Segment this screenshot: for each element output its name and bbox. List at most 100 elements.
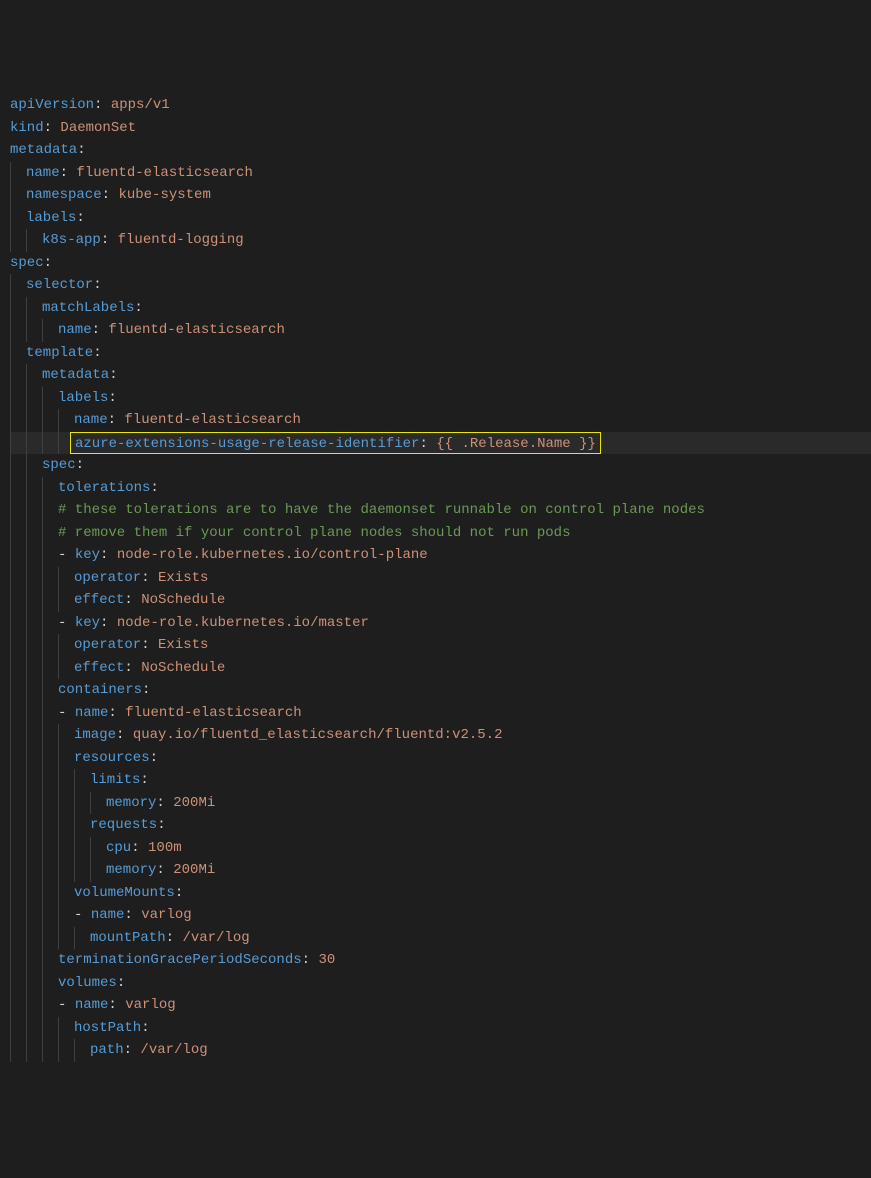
indent-guide bbox=[74, 1039, 90, 1062]
code-line[interactable]: name: fluentd-elasticsearch bbox=[10, 162, 871, 185]
indent-guide bbox=[10, 859, 26, 882]
code-line[interactable]: memory: 200Mi bbox=[10, 859, 871, 882]
code-line[interactable]: operator: Exists bbox=[10, 634, 871, 657]
code-line[interactable]: volumes: bbox=[10, 972, 871, 995]
code-line[interactable]: effect: NoSchedule bbox=[10, 657, 871, 680]
code-line[interactable]: operator: Exists bbox=[10, 567, 871, 590]
indent-guide bbox=[10, 837, 26, 860]
token-key: hostPath bbox=[74, 1017, 141, 1040]
token-key: key bbox=[75, 544, 100, 567]
code-line[interactable]: mountPath: /var/log bbox=[10, 927, 871, 950]
indent-guide bbox=[58, 837, 74, 860]
token-key: labels bbox=[26, 207, 76, 230]
indent-guide bbox=[10, 162, 26, 185]
code-line[interactable]: labels: bbox=[10, 387, 871, 410]
code-line[interactable]: limits: bbox=[10, 769, 871, 792]
code-line[interactable]: terminationGracePeriodSeconds: 30 bbox=[10, 949, 871, 972]
highlighted-line: azure-extensions-usage-release-identifie… bbox=[70, 432, 601, 455]
code-line[interactable]: spec: bbox=[10, 454, 871, 477]
code-line[interactable]: name: fluentd-elasticsearch bbox=[10, 409, 871, 432]
token-key: name bbox=[75, 994, 109, 1017]
code-line[interactable]: metadata: bbox=[10, 364, 871, 387]
token-colon: : bbox=[92, 319, 109, 342]
indent-guide bbox=[10, 387, 26, 410]
indent-guide bbox=[58, 769, 74, 792]
token-key: path bbox=[90, 1039, 124, 1062]
code-line[interactable]: hostPath: bbox=[10, 1017, 871, 1040]
token-value: 200Mi bbox=[173, 792, 215, 815]
token-colon: : bbox=[44, 117, 61, 140]
code-line[interactable]: # remove them if your control plane node… bbox=[10, 522, 871, 545]
code-line[interactable]: cpu: 100m bbox=[10, 837, 871, 860]
code-line[interactable]: metadata: bbox=[10, 139, 871, 162]
token-key: kind bbox=[10, 117, 44, 140]
token-colon: : bbox=[76, 207, 84, 230]
code-line[interactable]: template: bbox=[10, 342, 871, 365]
code-line[interactable]: spec: bbox=[10, 252, 871, 275]
indent-guide bbox=[10, 297, 26, 320]
indent-guide bbox=[42, 432, 58, 455]
indent-guide bbox=[26, 319, 42, 342]
indent-guide bbox=[10, 949, 26, 972]
indent-guide bbox=[26, 882, 42, 905]
code-line[interactable]: apiVersion: apps/v1 bbox=[10, 94, 871, 117]
token-comment: # remove them if your control plane node… bbox=[58, 522, 570, 545]
code-line[interactable]: - name: fluentd-elasticsearch bbox=[10, 702, 871, 725]
indent-guide bbox=[58, 792, 74, 815]
indent-guide bbox=[26, 679, 42, 702]
indent-guide bbox=[10, 904, 26, 927]
token-value: 100m bbox=[148, 837, 182, 860]
code-line[interactable]: requests: bbox=[10, 814, 871, 837]
indent-guide bbox=[42, 724, 58, 747]
code-line[interactable]: - key: node-role.kubernetes.io/control-p… bbox=[10, 544, 871, 567]
code-line[interactable]: matchLabels: bbox=[10, 297, 871, 320]
code-line[interactable]: memory: 200Mi bbox=[10, 792, 871, 815]
code-line[interactable]: containers: bbox=[10, 679, 871, 702]
code-line[interactable]: k8s-app: fluentd-logging bbox=[10, 229, 871, 252]
code-editor[interactable]: apiVersion: apps/v1kind: DaemonSetmetada… bbox=[10, 94, 871, 1062]
code-line[interactable]: image: quay.io/fluentd_elasticsearch/flu… bbox=[10, 724, 871, 747]
code-line[interactable]: path: /var/log bbox=[10, 1039, 871, 1062]
indent-guide bbox=[42, 409, 58, 432]
code-line[interactable]: # these tolerations are to have the daem… bbox=[10, 499, 871, 522]
token-key: selector bbox=[26, 274, 93, 297]
code-line[interactable]: - key: node-role.kubernetes.io/master bbox=[10, 612, 871, 635]
indent-guide bbox=[10, 184, 26, 207]
indent-guide bbox=[26, 972, 42, 995]
token-key: operator bbox=[74, 634, 141, 657]
token-colon: : bbox=[117, 972, 125, 995]
code-line[interactable]: namespace: kube-system bbox=[10, 184, 871, 207]
indent-guide bbox=[58, 724, 74, 747]
token-key: containers bbox=[58, 679, 142, 702]
indent-guide bbox=[42, 657, 58, 680]
code-line[interactable]: azure-extensions-usage-release-identifie… bbox=[10, 432, 871, 455]
token-value: DaemonSet bbox=[60, 117, 136, 140]
code-line[interactable]: volumeMounts: bbox=[10, 882, 871, 905]
token-value: apps/v1 bbox=[111, 94, 170, 117]
code-line[interactable]: labels: bbox=[10, 207, 871, 230]
indent-guide bbox=[10, 432, 26, 455]
code-line[interactable]: selector: bbox=[10, 274, 871, 297]
code-line[interactable]: resources: bbox=[10, 747, 871, 770]
token-key: image bbox=[74, 724, 116, 747]
token-value: /var/log bbox=[182, 927, 249, 950]
token-colon: : bbox=[124, 589, 141, 612]
token-value: quay.io/fluentd_elasticsearch/fluentd:v2… bbox=[133, 724, 503, 747]
indent-guide bbox=[10, 927, 26, 950]
code-line[interactable]: name: fluentd-elasticsearch bbox=[10, 319, 871, 342]
code-line[interactable]: - name: varlog bbox=[10, 994, 871, 1017]
token-value: NoSchedule bbox=[141, 657, 225, 680]
token-colon: : bbox=[142, 679, 150, 702]
indent-guide bbox=[26, 544, 42, 567]
code-line[interactable]: - name: varlog bbox=[10, 904, 871, 927]
indent-guide bbox=[10, 342, 26, 365]
indent-guide bbox=[26, 364, 42, 387]
code-line[interactable]: effect: NoSchedule bbox=[10, 589, 871, 612]
indent-guide bbox=[10, 522, 26, 545]
token-dash: - bbox=[74, 904, 91, 927]
code-line[interactable]: tolerations: bbox=[10, 477, 871, 500]
indent-guide bbox=[10, 499, 26, 522]
code-line[interactable]: kind: DaemonSet bbox=[10, 117, 871, 140]
token-key: spec bbox=[10, 252, 44, 275]
indent-guide bbox=[42, 544, 58, 567]
